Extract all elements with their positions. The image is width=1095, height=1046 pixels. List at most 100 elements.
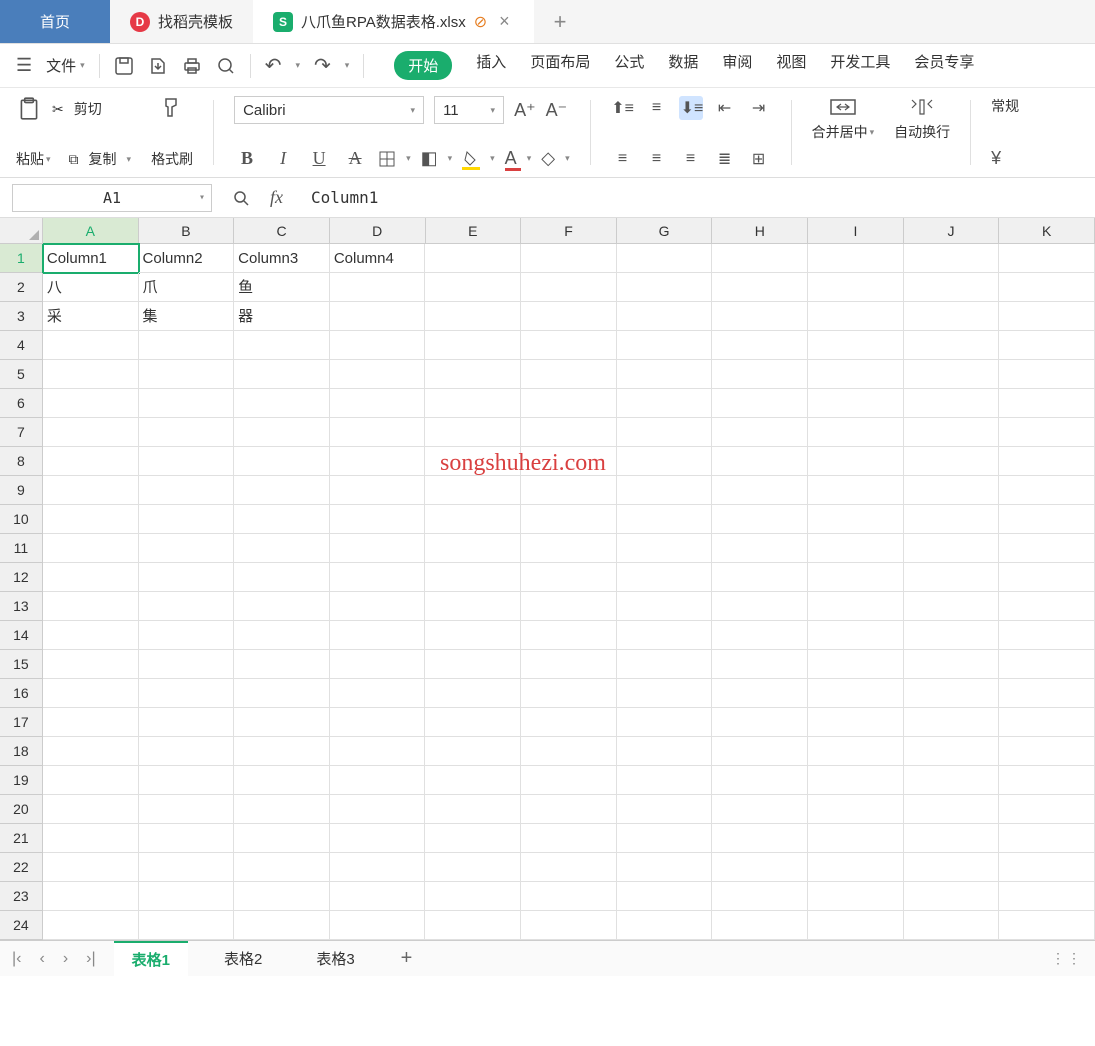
cell[interactable] <box>234 563 330 592</box>
row-header[interactable]: 23 <box>0 882 43 911</box>
cell[interactable] <box>330 505 426 534</box>
cell[interactable] <box>808 766 904 795</box>
cell[interactable] <box>330 302 426 331</box>
cell[interactable] <box>139 389 235 418</box>
cell[interactable] <box>617 621 713 650</box>
cell[interactable] <box>904 302 1000 331</box>
cell[interactable] <box>425 853 521 882</box>
cell[interactable] <box>712 244 808 273</box>
cell[interactable] <box>330 708 426 737</box>
cell[interactable] <box>712 737 808 766</box>
cell[interactable] <box>999 534 1095 563</box>
fx-icon[interactable]: fx <box>270 187 283 208</box>
cell[interactable] <box>139 650 235 679</box>
font-name-select[interactable]: Calibri ▾ <box>234 96 424 124</box>
cell[interactable] <box>808 708 904 737</box>
cell[interactable] <box>43 853 139 882</box>
cell[interactable] <box>808 592 904 621</box>
cell[interactable] <box>904 244 1000 273</box>
align-top-icon[interactable]: ⬆≡ <box>611 98 635 118</box>
cell[interactable] <box>904 389 1000 418</box>
cell[interactable] <box>330 592 426 621</box>
cell[interactable] <box>425 418 521 447</box>
cell[interactable] <box>904 534 1000 563</box>
cell[interactable] <box>234 853 330 882</box>
cell-style-icon[interactable]: ◧ <box>421 148 438 169</box>
cell[interactable] <box>43 331 139 360</box>
row-header[interactable]: 18 <box>0 737 43 766</box>
row-header[interactable]: 4 <box>0 331 43 360</box>
cell[interactable] <box>330 911 426 940</box>
cell[interactable] <box>521 621 617 650</box>
cell[interactable] <box>904 824 1000 853</box>
cell[interactable]: Column4 <box>330 244 426 273</box>
cell[interactable] <box>712 621 808 650</box>
font-size-select[interactable]: 11 ▾ <box>434 96 504 124</box>
cell[interactable] <box>712 911 808 940</box>
tab-data[interactable]: 数据 <box>668 51 698 80</box>
cell[interactable] <box>808 476 904 505</box>
cell[interactable] <box>43 476 139 505</box>
cell[interactable] <box>43 795 139 824</box>
cell[interactable] <box>43 563 139 592</box>
row-header[interactable]: 24 <box>0 911 43 940</box>
cell[interactable] <box>712 563 808 592</box>
cell[interactable] <box>43 679 139 708</box>
fill-color-icon[interactable] <box>462 150 480 168</box>
cell[interactable] <box>43 505 139 534</box>
cell[interactable] <box>712 476 808 505</box>
zoom-icon[interactable] <box>232 189 250 207</box>
paste-button[interactable]: 粘贴 ▾ <box>16 149 51 169</box>
cell[interactable] <box>999 708 1095 737</box>
cell[interactable] <box>521 244 617 273</box>
cell[interactable] <box>425 679 521 708</box>
select-all-corner[interactable] <box>0 218 43 244</box>
prev-sheet-icon[interactable]: ‹ <box>39 950 44 968</box>
border-button[interactable] <box>378 150 396 168</box>
cell[interactable] <box>234 650 330 679</box>
cell[interactable] <box>712 650 808 679</box>
cell[interactable] <box>330 534 426 563</box>
cell[interactable] <box>234 447 330 476</box>
cell[interactable] <box>617 476 713 505</box>
clear-format-icon[interactable]: ◇ <box>541 148 555 169</box>
sheet-tab-3[interactable]: 表格3 <box>298 942 372 975</box>
cell[interactable] <box>617 911 713 940</box>
cell[interactable] <box>808 389 904 418</box>
cell[interactable] <box>330 824 426 853</box>
cell[interactable] <box>904 766 1000 795</box>
cell[interactable] <box>808 505 904 534</box>
cell[interactable]: 爪 <box>139 273 235 302</box>
cell[interactable] <box>808 737 904 766</box>
cell[interactable] <box>712 679 808 708</box>
cell[interactable] <box>999 911 1095 940</box>
cell[interactable] <box>139 360 235 389</box>
chevron-down-icon[interactable]: ▾ <box>406 153 411 164</box>
tab-view[interactable]: 视图 <box>776 51 806 80</box>
cell[interactable] <box>712 534 808 563</box>
cell[interactable] <box>330 331 426 360</box>
cell[interactable] <box>330 621 426 650</box>
chevron-down-icon[interactable]: ▾ <box>565 153 570 164</box>
cell[interactable] <box>234 679 330 708</box>
cell[interactable] <box>808 824 904 853</box>
row-header[interactable]: 17 <box>0 708 43 737</box>
cell[interactable] <box>43 418 139 447</box>
cell[interactable] <box>139 911 235 940</box>
cell[interactable] <box>617 853 713 882</box>
cell[interactable] <box>521 824 617 853</box>
cell[interactable] <box>617 563 713 592</box>
cell[interactable] <box>712 795 808 824</box>
cell[interactable] <box>999 737 1095 766</box>
cell[interactable] <box>425 766 521 795</box>
cell[interactable] <box>521 534 617 563</box>
chevron-down-icon[interactable]: ▾ <box>295 60 300 71</box>
cell[interactable] <box>712 389 808 418</box>
row-header[interactable]: 16 <box>0 679 43 708</box>
row-header[interactable]: 9 <box>0 476 43 505</box>
cell[interactable] <box>904 882 1000 911</box>
font-color-icon[interactable]: A <box>505 148 517 169</box>
cell[interactable] <box>712 824 808 853</box>
column-header[interactable]: H <box>712 218 808 244</box>
cell[interactable] <box>234 766 330 795</box>
